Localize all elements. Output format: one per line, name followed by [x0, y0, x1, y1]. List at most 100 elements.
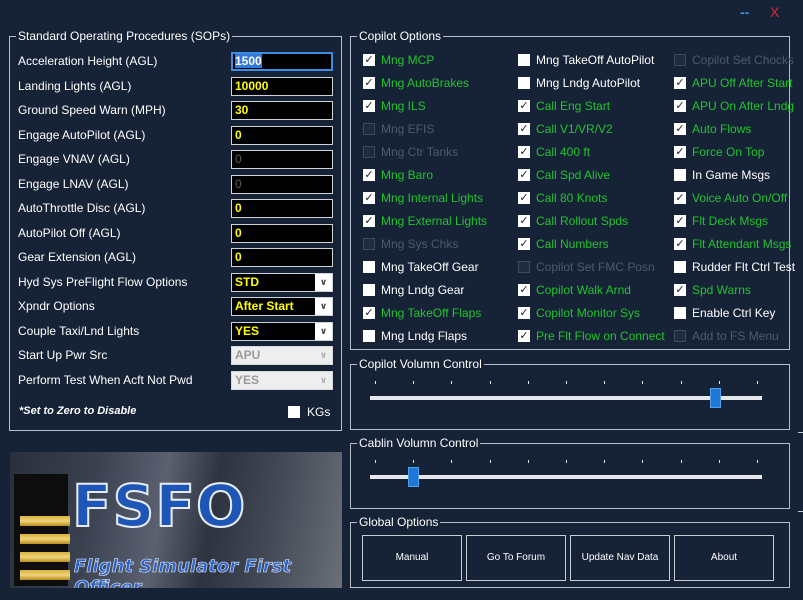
copilot-volume-track[interactable]	[370, 396, 762, 400]
checkmark-icon[interactable]: ✓	[518, 123, 530, 135]
checkmark-icon[interactable]: ✓	[518, 146, 530, 158]
checkbox-label: Call Spd Alive	[536, 168, 611, 182]
sop-input-engage-autopilot-agl[interactable]: 0	[231, 126, 333, 145]
sop-input-ground-speed-warn-mph[interactable]: 30	[231, 101, 333, 120]
checkmark-icon[interactable]: ✓	[674, 123, 686, 135]
checkbox-label: Call 400 ft	[536, 145, 591, 159]
checkmark-icon[interactable]: ✓	[674, 284, 686, 296]
checkmark-icon[interactable]: ✓	[363, 169, 375, 181]
copilot-volume-title: Copilot Volumn Control	[357, 357, 484, 371]
checkmark-icon[interactable]: ✓	[518, 192, 530, 204]
chevron-down-icon[interactable]: ∨	[315, 298, 332, 315]
edge-divider	[798, 432, 803, 433]
sop-value: 0	[235, 250, 242, 264]
kgs-label: KGs	[307, 405, 331, 419]
checkmark-icon[interactable]: ✓	[363, 215, 375, 227]
checkbox-label: Mng TakeOff Flaps	[381, 306, 482, 320]
checkmark-icon[interactable]: ✓	[674, 100, 686, 112]
close-button[interactable]: X	[770, 4, 779, 20]
checkmark-icon[interactable]: ✓	[674, 77, 686, 89]
checkmark-icon[interactable]: ✓	[518, 215, 530, 227]
about-button[interactable]: About	[674, 535, 774, 581]
copilot-volume-tick	[681, 381, 682, 384]
sop-label-engage-autopilot-agl: Engage AutoPilot (AGL)	[18, 128, 146, 142]
checkmark-icon[interactable]: ✓	[518, 307, 530, 319]
cabin-volume-track[interactable]	[370, 475, 762, 479]
sop-select-xpndr-options[interactable]: After Start ∨	[231, 297, 333, 316]
checkmark-icon[interactable]: ✓	[363, 307, 375, 319]
checkbox-label: Mng External Lights	[381, 214, 488, 228]
checkmark-icon[interactable]: ✓	[518, 100, 530, 112]
checkbox-box	[674, 54, 686, 66]
sop-label-perform-test-when-acft-not-pwd: Perform Test When Acft Not Pwd	[18, 373, 193, 387]
minimize-button[interactable]: --	[740, 4, 749, 20]
update-nav-data-button[interactable]: Update Nav Data	[570, 535, 670, 581]
sop-value: 10000	[235, 79, 269, 93]
sop-input-landing-lights-agl[interactable]: 10000	[231, 77, 333, 96]
copilot-volume-tick	[604, 381, 605, 384]
copilot-volume-tick	[490, 381, 491, 384]
checkmark-icon[interactable]: ✓	[518, 284, 530, 296]
checkbox-label: Mng Lndg AutoPilot	[536, 76, 641, 90]
checkmark-icon[interactable]: ✓	[363, 192, 375, 204]
checkmark-icon[interactable]: ✓	[363, 77, 375, 89]
sop-select-couple-taxi-lnd-lights[interactable]: YES ∨	[231, 322, 333, 341]
checkbox-label: Call V1/VR/V2	[536, 122, 613, 136]
cabin-volume-tick	[719, 460, 720, 463]
sop-label-couple-taxi-lnd-lights: Couple Taxi/Lnd Lights	[18, 324, 140, 338]
checkbox-box[interactable]	[363, 330, 375, 342]
copilot-volume-thumb[interactable]	[710, 388, 721, 408]
sop-value: YES	[235, 324, 260, 338]
checkmark-icon[interactable]: ✓	[363, 54, 375, 66]
checkbox-box[interactable]	[674, 307, 686, 319]
checkbox-box	[363, 123, 375, 135]
checkbox-label: Mng TakeOff Gear	[381, 260, 479, 274]
sop-input-autopilot-off-agl[interactable]: 0	[231, 224, 333, 243]
checkbox-label: Call 80 Knots	[536, 191, 608, 205]
sop-select-hyd-sys-preflight-flow-options[interactable]: STD ∨	[231, 273, 333, 292]
checkbox-box[interactable]	[674, 169, 686, 181]
checkmark-icon[interactable]: ✓	[518, 238, 530, 250]
sop-input-acceleration-height-agl[interactable]: 1500	[231, 52, 333, 71]
checkbox-label: Mng Ctr Tanks	[381, 145, 459, 159]
kgs-checkbox-box[interactable]	[288, 406, 300, 418]
checkmark-icon[interactable]: ✓	[518, 330, 530, 342]
sop-select-start-up-pwr-src: APU ∨	[231, 346, 333, 365]
checkbox-label: Mng Baro	[381, 168, 434, 182]
checkmark-icon[interactable]: ✓	[518, 169, 530, 181]
sop-label-engage-vnav-agl: Engage VNAV (AGL)	[18, 152, 130, 166]
sop-select-perform-test-when-acft-not-pwd: YES ∨	[231, 371, 333, 390]
checkbox-label: Rudder Flt Ctrl Test	[692, 260, 796, 274]
sop-label-autothrottle-disc-agl: AutoThrottle Disc (AGL)	[18, 201, 146, 215]
checkmark-icon[interactable]: ✓	[674, 146, 686, 158]
checkbox-label: Force On Top	[692, 145, 765, 159]
sop-input-gear-extension-agl[interactable]: 0	[231, 248, 333, 267]
cabin-volume-thumb[interactable]	[408, 467, 419, 487]
checkmark-icon[interactable]: ✓	[363, 100, 375, 112]
chevron-down-icon[interactable]: ∨	[315, 323, 332, 340]
chevron-down-icon[interactable]: ∨	[315, 347, 332, 364]
checkbox-box[interactable]	[363, 261, 375, 273]
checkbox-box[interactable]	[518, 77, 530, 89]
checkbox-label: Flt Deck Msgs	[692, 214, 769, 228]
sop-input-autothrottle-disc-agl[interactable]: 0	[231, 199, 333, 218]
cabin-volume-tick	[757, 460, 758, 463]
zero-disable-note: *Set to Zero to Disable	[19, 405, 137, 417]
checkbox-label: In Game Msgs	[692, 168, 771, 182]
manual-button[interactable]: Manual	[362, 535, 462, 581]
checkbox-box[interactable]	[518, 54, 530, 66]
logo-subtitle: Flight Simulator First Officer	[74, 556, 292, 588]
cabin-volume-tick	[490, 460, 491, 463]
checkbox-box[interactable]	[363, 284, 375, 296]
sop-label-start-up-pwr-src: Start Up Pwr Src	[18, 348, 108, 362]
checkmark-icon[interactable]: ✓	[674, 215, 686, 227]
epaulette-stripes	[14, 474, 70, 586]
chevron-down-icon[interactable]: ∨	[315, 372, 332, 389]
go-to-forum-button[interactable]: Go To Forum	[466, 535, 566, 581]
edge-divider	[798, 511, 803, 512]
checkmark-icon[interactable]: ✓	[674, 192, 686, 204]
checkbox-box[interactable]	[674, 261, 686, 273]
sop-input-engage-lnav-agl: 0	[231, 175, 333, 194]
chevron-down-icon[interactable]: ∨	[315, 274, 332, 291]
checkmark-icon[interactable]: ✓	[674, 238, 686, 250]
